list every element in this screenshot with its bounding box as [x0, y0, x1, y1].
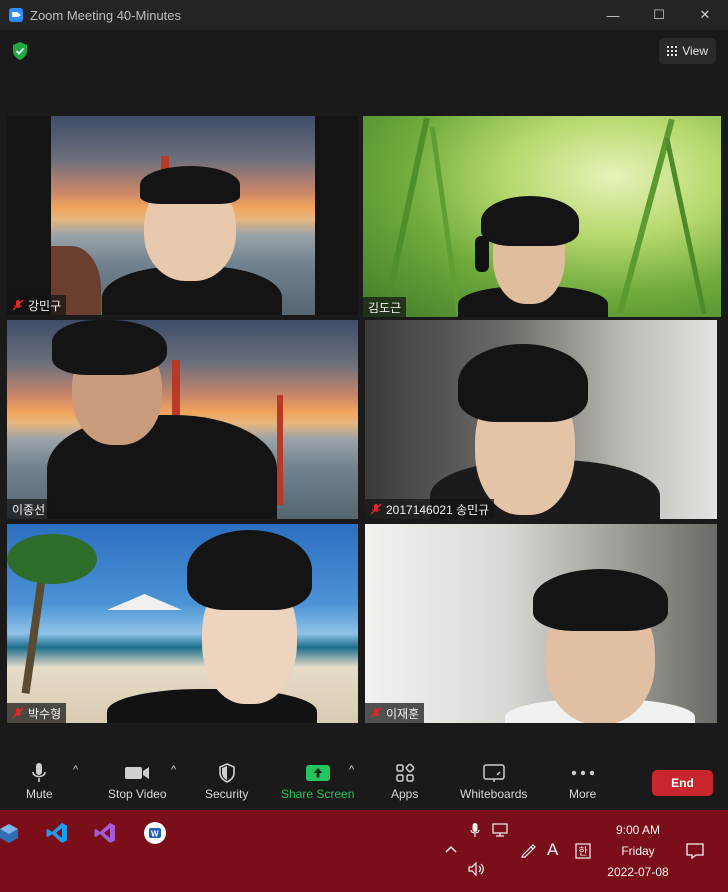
close-button[interactable]: ✕: [682, 0, 728, 30]
participant-name-bar: 이종선: [7, 499, 51, 519]
palm-leaves: [7, 534, 97, 584]
maximize-button[interactable]: ☐: [636, 0, 682, 30]
windows-taskbar: W A 한 9:00 AM Friday 2022-07-08: [0, 810, 728, 892]
clock-date: 2022-07-08: [607, 865, 669, 879]
close-icon: ✕: [699, 7, 711, 22]
stop-video-label: Stop Video: [108, 787, 167, 801]
participant-name-bar: 2017146021 송민규: [365, 499, 495, 519]
share-options-caret-icon[interactable]: ^: [349, 764, 354, 776]
title-bar: Zoom Meeting 40-Minutes — ☐ ✕: [0, 0, 728, 30]
view-button[interactable]: View: [659, 38, 716, 64]
apps-icon: [395, 763, 415, 782]
beach-umbrella: [107, 594, 182, 610]
more-button[interactable]: More: [569, 762, 596, 801]
end-label: End: [671, 776, 694, 790]
video-options-caret-icon[interactable]: ^: [171, 764, 176, 776]
audio-options-caret-icon[interactable]: ^: [73, 764, 78, 776]
visual-studio-icon[interactable]: [92, 820, 118, 846]
share-screen-label: Share Screen: [281, 787, 355, 801]
whiteboards-label: Whiteboards: [460, 787, 528, 801]
whiteboards-button[interactable]: Whiteboards: [460, 762, 527, 801]
security-label: Security: [205, 787, 249, 801]
whiteboard-icon: [482, 764, 505, 782]
zoom-app-icon: [9, 8, 23, 22]
meeting-area: View 강민구 김도근 이종선 2017146021 송민규 박수형 이재훈: [0, 30, 728, 750]
mute-button[interactable]: Mute: [26, 762, 53, 801]
shield-icon: [218, 763, 235, 783]
participant-name-bar: 박수형: [7, 703, 67, 723]
participant-name: 2017146021 송민규: [386, 502, 490, 517]
meeting-toolbar: Mute ^ Stop Video ^ Security Share Scree…: [0, 750, 728, 810]
video-tile-1[interactable]: 강민구: [7, 116, 358, 315]
participant-name: 박수형: [28, 706, 62, 721]
video-tile-2-active-speaker[interactable]: 김도근: [363, 116, 721, 317]
grid-view-icon: [667, 46, 678, 56]
muted-microphone-icon: [12, 707, 24, 719]
system-clock[interactable]: 9:00 AM Friday 2022-07-08: [600, 820, 676, 883]
microphone-icon: [32, 763, 47, 782]
maximize-icon: ☐: [653, 7, 665, 22]
chevron-up-icon[interactable]: [445, 842, 457, 856]
participant-name: 이종선: [12, 502, 46, 517]
mute-label: Mute: [26, 787, 53, 801]
volume-icon[interactable]: [468, 861, 486, 879]
minimize-icon: —: [606, 7, 620, 23]
ime-icon[interactable]: 한: [575, 843, 591, 862]
participant-name: 이재훈: [386, 706, 420, 721]
minimize-button[interactable]: —: [590, 0, 636, 30]
view-label: View: [682, 44, 708, 58]
bridge-tower: [277, 395, 283, 505]
zoom-like-icon[interactable]: W: [142, 820, 168, 846]
svg-text:W: W: [151, 830, 159, 839]
participant-name-bar: 이재훈: [365, 703, 425, 723]
svg-text:한: 한: [579, 846, 588, 858]
video-tile-5[interactable]: 박수형: [7, 524, 358, 723]
video-tile-4[interactable]: 2017146021 송민규: [365, 320, 717, 519]
security-button[interactable]: Security: [205, 762, 248, 801]
participant-name: 강민구: [28, 298, 62, 313]
pen-icon[interactable]: [520, 842, 536, 861]
participant-name-bar: 김도근: [363, 297, 407, 317]
notification-icon[interactable]: [686, 843, 704, 862]
apps-label: Apps: [391, 787, 419, 801]
vscode-icon[interactable]: [44, 820, 70, 846]
muted-microphone-icon: [12, 299, 24, 311]
network-icon[interactable]: [492, 823, 510, 840]
virtualbox-icon[interactable]: [0, 820, 22, 846]
muted-microphone-icon: [370, 503, 382, 515]
encryption-shield-icon[interactable]: [11, 41, 29, 61]
video-tile-6[interactable]: 이재훈: [365, 524, 717, 723]
video-camera-icon: [125, 767, 150, 779]
microphone-icon[interactable]: [470, 822, 480, 841]
apps-button[interactable]: Apps: [391, 762, 418, 801]
end-meeting-button[interactable]: End: [652, 770, 713, 796]
share-screen-icon: [305, 765, 330, 781]
video-tile-3[interactable]: 이종선: [7, 320, 358, 519]
more-label: More: [569, 787, 597, 801]
share-screen-button[interactable]: Share Screen: [281, 762, 354, 801]
participant-name: 김도근: [368, 300, 402, 315]
clock-time: 9:00 AM: [615, 823, 661, 837]
participant-name-bar: 강민구: [7, 295, 67, 315]
clock-day: Friday: [621, 844, 655, 858]
stop-video-button[interactable]: Stop Video: [108, 762, 167, 801]
more-dots-icon: [571, 770, 594, 776]
font-a-icon[interactable]: A: [547, 840, 558, 860]
window-title: Zoom Meeting 40-Minutes: [30, 7, 182, 23]
muted-microphone-icon: [370, 707, 382, 719]
